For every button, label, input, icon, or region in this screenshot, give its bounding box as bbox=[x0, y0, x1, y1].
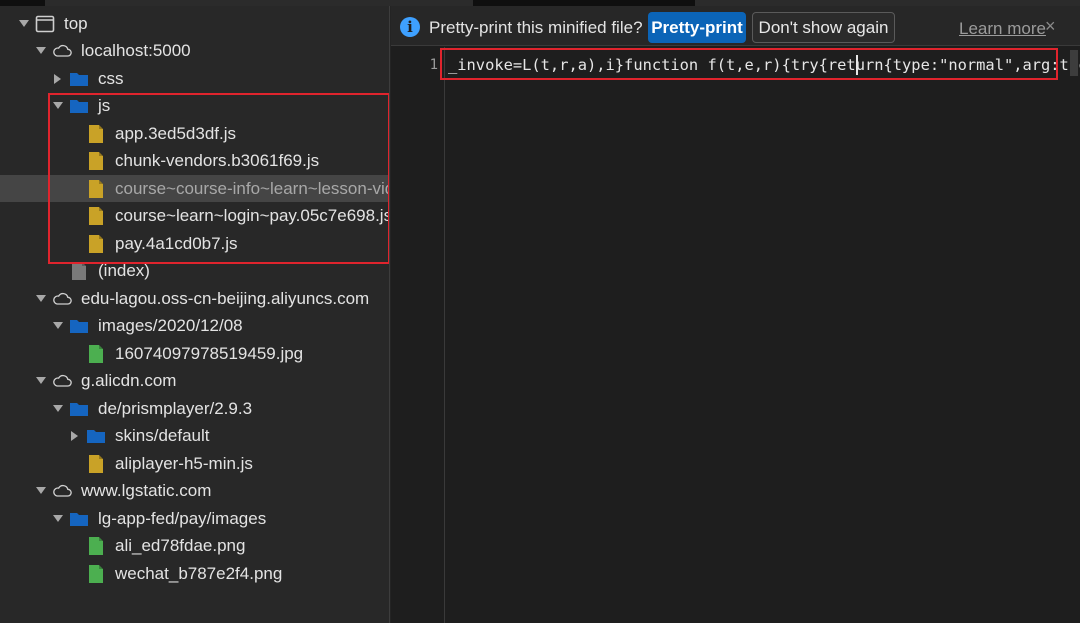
source-editor[interactable]: i Pretty-print this minified file? Prett… bbox=[391, 6, 1080, 623]
infobar-message: Pretty-print this minified file? bbox=[429, 18, 643, 37]
learn-more-link[interactable]: Learn more bbox=[959, 19, 1046, 39]
tree-item-label: course~learn~login~pay.05c7e698.js bbox=[115, 205, 390, 225]
tree-item-label: wechat_b787e2f4.png bbox=[115, 563, 283, 583]
expand-arrow-right-icon[interactable] bbox=[68, 429, 82, 443]
cloud-icon bbox=[52, 481, 72, 501]
folder-icon bbox=[86, 426, 106, 446]
expand-arrow-down-icon[interactable] bbox=[51, 512, 65, 526]
script-file-icon bbox=[86, 151, 106, 171]
script-file-icon bbox=[86, 454, 106, 474]
tree-item[interactable]: aliplayer-h5-min.js bbox=[0, 450, 389, 477]
tree-item-label: top bbox=[64, 13, 88, 33]
expand-arrow-down-icon[interactable] bbox=[17, 17, 31, 31]
scrollbar-marker[interactable] bbox=[1070, 50, 1078, 76]
tree-item[interactable]: top bbox=[0, 10, 389, 37]
pretty-print-button[interactable]: Pretty-print bbox=[648, 12, 746, 43]
script-file-icon bbox=[86, 179, 106, 199]
folder-icon bbox=[69, 399, 89, 419]
tree-item[interactable]: de/prismplayer/2.9.3 bbox=[0, 395, 389, 422]
folder-icon bbox=[69, 316, 89, 336]
tree-item[interactable]: www.lgstatic.com bbox=[0, 477, 389, 504]
tree-item-label: lg-app-fed/pay/images bbox=[98, 508, 267, 528]
sources-navigator[interactable]: top localhost:5000 css js app.3ed5d3df.js chu… bbox=[0, 6, 390, 623]
dont-show-again-button[interactable]: Don't show again bbox=[752, 12, 895, 43]
tree-item[interactable]: edu-lagou.oss-cn-beijing.aliyuncs.com bbox=[0, 285, 389, 312]
pretty-print-infobar: i Pretty-print this minified file? Prett… bbox=[391, 6, 1080, 46]
tree-item-label: aliplayer-h5-min.js bbox=[115, 453, 253, 473]
expand-arrow-right-icon[interactable] bbox=[51, 72, 65, 86]
tree-item-label: app.3ed5d3df.js bbox=[115, 123, 236, 143]
tree-item[interactable]: 16074097978519459.jpg bbox=[0, 340, 389, 367]
tree-item[interactable]: course~learn~login~pay.05c7e698.js bbox=[0, 202, 389, 229]
tree-item-label: (index) bbox=[98, 260, 150, 280]
tree-item[interactable]: chunk-vendors.b3061f69.js bbox=[0, 147, 389, 174]
tree-item[interactable]: css bbox=[0, 65, 389, 92]
tree-item-label: skins/default bbox=[115, 425, 210, 445]
tree-item[interactable]: js bbox=[0, 92, 389, 119]
tree-item-label: css bbox=[98, 68, 124, 88]
tree-item[interactable]: ali_ed78fdae.png bbox=[0, 532, 389, 559]
folder-icon bbox=[69, 69, 89, 89]
tree-item-label: chunk-vendors.b3061f69.js bbox=[115, 150, 320, 170]
tree-item[interactable]: pay.4a1cd0b7.js bbox=[0, 230, 389, 257]
tree-item[interactable]: lg-app-fed/pay/images bbox=[0, 505, 389, 532]
expand-arrow-down-icon[interactable] bbox=[34, 374, 48, 388]
tree-item-label: pay.4a1cd0b7.js bbox=[115, 233, 238, 253]
tree-item-label: localhost:5000 bbox=[81, 40, 191, 60]
expand-arrow-down-icon[interactable] bbox=[51, 99, 65, 113]
tree-item[interactable]: (index) bbox=[0, 257, 389, 284]
image-file-icon bbox=[86, 564, 106, 584]
tree-item-label: js bbox=[98, 95, 111, 115]
code-line[interactable]: _invoke=L(t,r,a),i}function f(t,e,r){try… bbox=[448, 56, 1080, 74]
script-file-icon bbox=[86, 206, 106, 226]
tree-item[interactable]: skins/default bbox=[0, 422, 389, 449]
tree-item[interactable]: g.alicdn.com bbox=[0, 367, 389, 394]
info-icon: i bbox=[400, 17, 420, 37]
tree-item-label: de/prismplayer/2.9.3 bbox=[98, 398, 253, 418]
tree-item-label: edu-lagou.oss-cn-beijing.aliyuncs.com bbox=[81, 288, 370, 308]
tree-item-label: course~course-info~learn~lesson-vid bbox=[115, 178, 390, 198]
expand-arrow-down-icon[interactable] bbox=[51, 319, 65, 333]
line-gutter: 1 bbox=[391, 47, 445, 623]
tree-item[interactable]: wechat_b787e2f4.png bbox=[0, 560, 389, 587]
expand-arrow-down-icon[interactable] bbox=[51, 402, 65, 416]
tree-item-label: images/2020/12/08 bbox=[98, 315, 243, 335]
tree-item[interactable]: images/2020/12/08 bbox=[0, 312, 389, 339]
folder-icon bbox=[69, 509, 89, 529]
folder-icon bbox=[69, 96, 89, 116]
cloud-icon bbox=[52, 289, 72, 309]
tree-item-label: g.alicdn.com bbox=[81, 370, 177, 390]
close-icon[interactable]: × bbox=[1045, 16, 1056, 37]
line-number: 1 bbox=[429, 57, 438, 73]
script-file-icon bbox=[86, 124, 106, 144]
tree-item-label: ali_ed78fdae.png bbox=[115, 535, 246, 555]
image-file-icon bbox=[86, 536, 106, 556]
tree-item-label: 16074097978519459.jpg bbox=[115, 343, 304, 363]
script-file-icon bbox=[86, 234, 106, 254]
expand-arrow-down-icon[interactable] bbox=[34, 292, 48, 306]
cloud-icon bbox=[52, 371, 72, 391]
cloud-icon bbox=[52, 41, 72, 61]
expand-arrow-down-icon[interactable] bbox=[34, 44, 48, 58]
tree-item[interactable]: course~course-info~learn~lesson-vid bbox=[0, 175, 389, 202]
tree-item[interactable]: localhost:5000 bbox=[0, 37, 389, 64]
tree-item-label: www.lgstatic.com bbox=[81, 480, 212, 500]
tree-item[interactable]: app.3ed5d3df.js bbox=[0, 120, 389, 147]
image-file-icon bbox=[86, 344, 106, 364]
expand-arrow-down-icon[interactable] bbox=[34, 484, 48, 498]
text-cursor bbox=[856, 55, 858, 75]
document-file-icon bbox=[69, 261, 89, 281]
frame-icon bbox=[35, 14, 55, 34]
